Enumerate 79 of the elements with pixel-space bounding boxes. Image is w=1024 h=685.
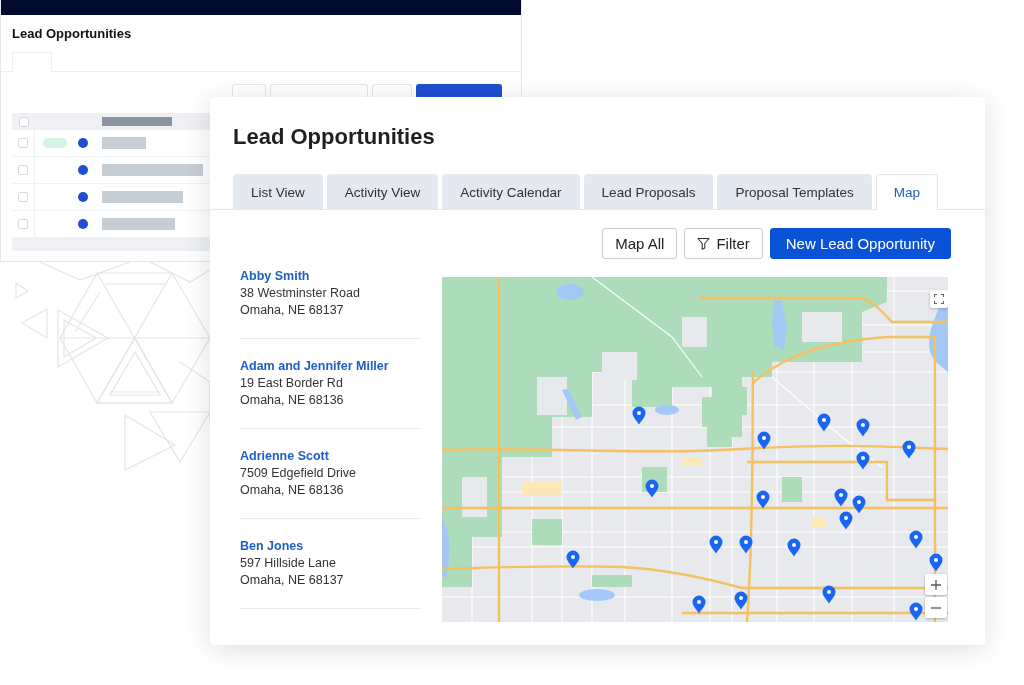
map-pin-icon[interactable] bbox=[787, 538, 801, 557]
river-shape bbox=[442, 517, 450, 577]
checkbox[interactable] bbox=[18, 192, 28, 202]
map-pin-icon[interactable] bbox=[856, 418, 870, 437]
lead-name-link[interactable]: Adam and Jennifer Miller bbox=[240, 358, 389, 375]
park-area bbox=[782, 477, 802, 502]
map-pin-icon[interactable] bbox=[909, 530, 923, 549]
minus-icon bbox=[931, 606, 941, 609]
commercial-area bbox=[812, 517, 826, 527]
filter-button[interactable]: Filter bbox=[684, 228, 763, 259]
commercial-area bbox=[682, 457, 702, 465]
lake-shape bbox=[579, 589, 615, 601]
park-area bbox=[592, 575, 632, 587]
page-title: Lead Opportunities bbox=[12, 26, 132, 42]
zoom-in-button[interactable] bbox=[925, 574, 947, 595]
lake-shape bbox=[772, 300, 787, 350]
map-pin-icon[interactable] bbox=[734, 591, 748, 610]
lake-shape bbox=[556, 284, 584, 300]
map-pin-icon[interactable] bbox=[566, 550, 580, 569]
map-pin-icon[interactable] bbox=[692, 595, 706, 614]
city-text: Omaha, NE 68137 bbox=[240, 302, 344, 319]
fullscreen-icon bbox=[934, 294, 944, 304]
map-pin-icon[interactable] bbox=[822, 585, 836, 604]
address-text: 38 Westminster Road bbox=[240, 285, 360, 302]
map-pin-icon[interactable] bbox=[834, 488, 848, 507]
city-text: Omaha, NE 68136 bbox=[240, 392, 344, 409]
plus-icon bbox=[931, 579, 941, 590]
city-text: Omaha, NE 68136 bbox=[240, 482, 344, 499]
urban-area bbox=[602, 352, 637, 380]
map-pin-icon[interactable] bbox=[739, 535, 753, 554]
map-pin-icon[interactable] bbox=[856, 451, 870, 470]
urban-area bbox=[802, 312, 842, 342]
map-pin-icon[interactable] bbox=[929, 553, 943, 572]
lead-name-link[interactable]: Ben Jones bbox=[240, 538, 304, 555]
map-pin-icon[interactable] bbox=[839, 511, 853, 530]
map-pin-icon[interactable] bbox=[757, 431, 771, 450]
checkbox[interactable] bbox=[18, 219, 28, 229]
status-dot-icon bbox=[78, 165, 88, 175]
status-dot-icon bbox=[78, 192, 88, 202]
new-lead-button[interactable]: New Lead Opportunity bbox=[769, 228, 951, 259]
checkbox[interactable] bbox=[18, 138, 28, 148]
placeholder-bar bbox=[102, 117, 172, 126]
tab[interactable]: Lead Proposals bbox=[583, 174, 714, 209]
urban-area bbox=[537, 377, 567, 415]
map-all-button[interactable]: Map All bbox=[602, 228, 678, 259]
city-text: Omaha, NE 68137 bbox=[240, 572, 344, 589]
map-pin-icon[interactable] bbox=[756, 490, 770, 509]
tab[interactable]: Map bbox=[875, 174, 939, 210]
address-text: 597 Hillside Lane bbox=[240, 555, 336, 572]
fullscreen-button[interactable] bbox=[930, 290, 948, 308]
map-pin-icon[interactable] bbox=[632, 406, 646, 425]
tab[interactable]: List View bbox=[233, 174, 323, 209]
filter-icon bbox=[697, 237, 711, 250]
map-pin-icon[interactable] bbox=[902, 440, 916, 459]
map-pin-icon[interactable] bbox=[709, 535, 723, 554]
park-area bbox=[532, 519, 562, 545]
checkbox[interactable] bbox=[18, 116, 29, 127]
map-pin-icon[interactable] bbox=[909, 602, 923, 621]
placeholder-bar bbox=[102, 137, 146, 149]
status-dot-icon bbox=[78, 138, 88, 148]
checkbox[interactable] bbox=[18, 165, 28, 175]
lake-shape bbox=[655, 405, 679, 415]
address-text: 7509 Edgefield Drive bbox=[240, 465, 357, 482]
lake-shape bbox=[562, 389, 582, 420]
lead-name-link[interactable]: Adrienne Scott bbox=[240, 448, 329, 465]
address-text: 19 East Border Rd bbox=[240, 375, 343, 392]
commercial-area bbox=[522, 482, 562, 496]
status-dot-icon bbox=[78, 219, 88, 229]
map-pin-icon[interactable] bbox=[645, 479, 659, 498]
urban-area bbox=[462, 477, 487, 517]
tab[interactable]: Proposal Templates bbox=[717, 174, 872, 209]
tab[interactable]: Activity Calendar bbox=[442, 174, 580, 209]
tab[interactable]: Activity View bbox=[326, 174, 439, 209]
map-pin-icon[interactable] bbox=[817, 413, 831, 432]
page-title: Lead Opportunities bbox=[233, 124, 435, 150]
urban-area bbox=[682, 317, 707, 347]
zoom-out-button[interactable] bbox=[925, 597, 947, 618]
lead-name-link[interactable]: Abby Smith bbox=[240, 268, 310, 285]
map-pin-icon[interactable] bbox=[852, 495, 866, 514]
